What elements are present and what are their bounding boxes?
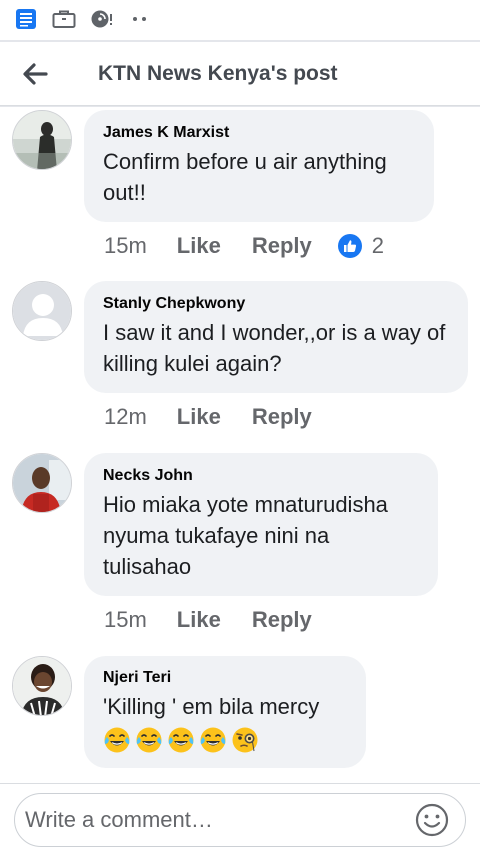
comments-list[interactable]: James K Marxist Confirm before u air any… <box>0 107 480 783</box>
dots-icon <box>128 8 152 30</box>
like-button[interactable]: Like <box>177 607 221 633</box>
comment-bubble[interactable]: Njeri Teri 'Killing ' em bila mercy <box>84 656 366 768</box>
back-button[interactable] <box>0 42 70 106</box>
avatar[interactable] <box>12 110 72 170</box>
comment-time[interactable]: 12m <box>104 404 147 430</box>
monocle-face-emoji <box>232 727 258 753</box>
avatar[interactable] <box>12 281 72 341</box>
wifi-icon <box>90 8 114 30</box>
emoji-row <box>103 726 346 754</box>
post-header: KTN News Kenya's post <box>0 42 480 106</box>
reaction-count: 2 <box>371 233 384 258</box>
news-app-icon <box>14 8 38 30</box>
comment-time[interactable]: 15m <box>104 607 147 633</box>
comment-bubble[interactable]: Necks John Hio miaka yote mnaturudisha n… <box>84 453 438 596</box>
smiley-icon[interactable] <box>414 802 450 838</box>
reply-button[interactable]: Reply <box>252 404 312 430</box>
comment-bubble[interactable]: James K Marxist Confirm before u air any… <box>84 110 434 222</box>
arrow-left-icon <box>23 62 48 85</box>
comment-author[interactable]: Necks John <box>103 466 418 486</box>
reply-button[interactable]: Reply <box>252 233 312 259</box>
tears-of-joy-emoji <box>136 727 162 753</box>
comment-author[interactable]: Stanly Chepkwony <box>103 294 448 314</box>
comment-actions: 12m Like Reply <box>104 404 312 430</box>
page-title: KTN News Kenya's post <box>98 61 338 85</box>
comment-composer <box>0 783 480 854</box>
briefcase-icon <box>52 8 76 30</box>
avatar[interactable] <box>12 453 72 513</box>
comment-actions: 15m Like Reply <box>104 607 312 633</box>
comment-text: Confirm before u air anything out!! <box>103 149 387 205</box>
like-button[interactable]: Like <box>177 404 221 430</box>
status-bar <box>0 0 480 38</box>
comment-text: I saw it and I wonder,,or is a way of ki… <box>103 320 446 376</box>
comment-text: 'Killing ' em bila mercy <box>103 694 320 719</box>
comment-text: Hio miaka yote mnaturudisha nyuma tukafa… <box>103 492 388 579</box>
tears-of-joy-emoji <box>168 727 194 753</box>
like-button[interactable]: Like <box>177 233 221 259</box>
comment-author[interactable]: Njeri Teri <box>103 668 346 688</box>
tears-of-joy-emoji <box>200 727 226 753</box>
comment-actions: 15m Like Reply 2 <box>104 233 384 259</box>
reply-button[interactable]: Reply <box>252 607 312 633</box>
thumbs-up-icon <box>337 234 362 258</box>
comment-bubble[interactable]: Stanly Chepkwony I saw it and I wonder,,… <box>84 281 468 393</box>
tears-of-joy-emoji <box>104 727 130 753</box>
reaction-summary[interactable]: 2 <box>337 233 384 259</box>
comment-author[interactable]: James K Marxist <box>103 123 414 143</box>
avatar[interactable] <box>12 656 72 716</box>
comment-input[interactable] <box>14 793 466 847</box>
comment-time[interactable]: 15m <box>104 233 147 259</box>
